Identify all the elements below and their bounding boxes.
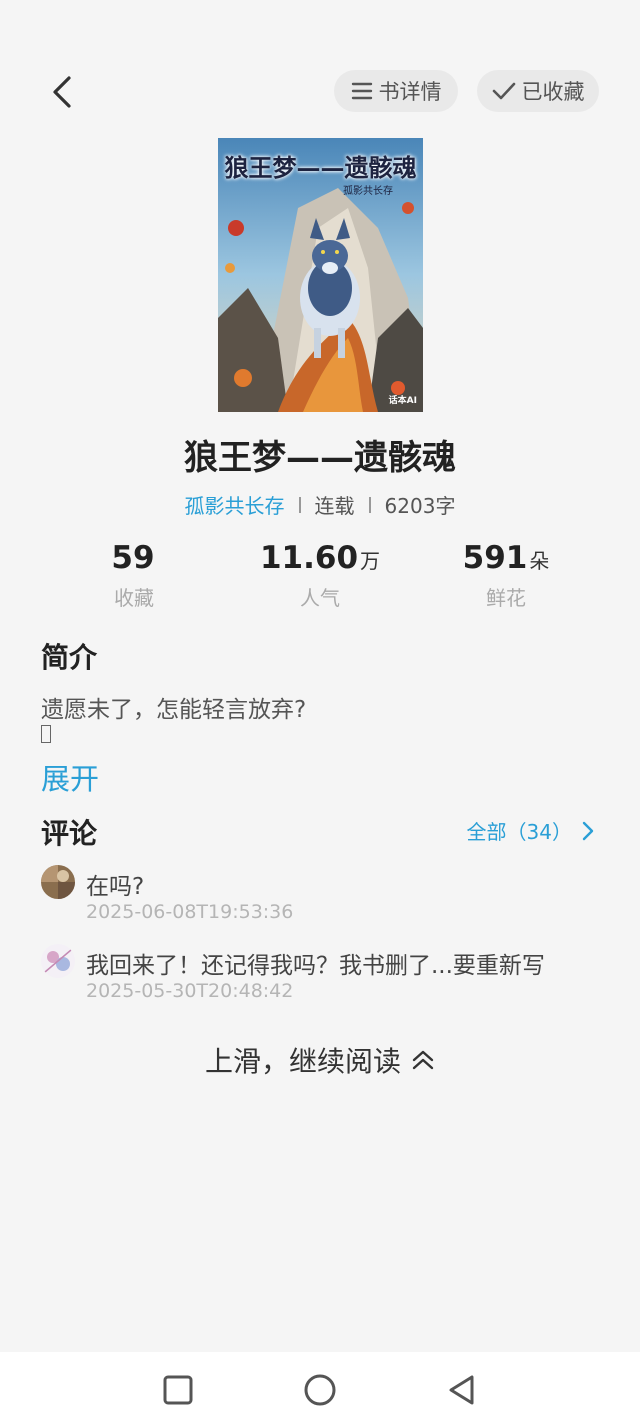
swipe-up-hint[interactable]: 上滑，继续阅读 [0, 1040, 640, 1080]
system-back-button[interactable] [442, 1370, 482, 1410]
avatar[interactable] [41, 865, 75, 899]
book-status: 连载 [314, 494, 355, 518]
cover-author: 孤影共长存 [343, 186, 393, 197]
square-icon [163, 1375, 193, 1405]
stat-popularity: 11.60 万 人气 [230, 540, 410, 611]
comment-time: 2025-06-08T19:53:36 [86, 901, 294, 923]
triangle-back-icon [449, 1375, 474, 1405]
stat-unit: 万 [360, 549, 381, 573]
missing-glyph-box [41, 725, 51, 743]
chevron-right-icon [582, 821, 594, 840]
comment-text: 我回来了！还记得我吗？我书删了...要重新写 [86, 953, 545, 979]
comment-text: 在吗? [86, 874, 145, 900]
stat-label: 收藏 [114, 586, 154, 610]
word-count: 6203字 [384, 494, 456, 518]
book-meta: 孤影共长存 连载 6203字 [0, 490, 640, 519]
swipe-up-label: 上滑，继续阅读 [204, 1045, 401, 1078]
cover-publisher-mark: 话本AI [388, 396, 417, 406]
recent-apps-button[interactable] [158, 1370, 198, 1410]
stat-value: 59 [111, 540, 155, 576]
menu-lines-icon [351, 82, 372, 100]
comments-heading: 评论 [41, 817, 98, 850]
double-chevron-up-icon [412, 1050, 434, 1070]
expand-intro-link[interactable]: 展开 [41, 756, 99, 798]
stat-value: 591 [462, 540, 528, 576]
chevron-left-icon [53, 76, 71, 108]
comment-time: 2025-05-30T20:48:42 [86, 980, 294, 1002]
meta-divider [298, 496, 301, 513]
stat-favorites: 59 收藏 [44, 540, 224, 611]
circle-icon [304, 1374, 336, 1406]
cover-title: 狼王梦——遗骸魂 [224, 153, 417, 182]
stat-value: 11.60 [259, 540, 359, 576]
system-navigation-bar [0, 1352, 640, 1427]
book-details-label: 书详情 [378, 80, 442, 104]
intro-text: 遗愿未了，怎能轻言放弃? [41, 697, 307, 723]
checkmark-icon [492, 82, 515, 100]
stat-label: 鲜花 [486, 586, 526, 610]
book-cover[interactable]: 狼王梦——遗骸魂 孤影共长存 话本AI [218, 138, 423, 412]
book-details-button[interactable]: 书详情 [334, 70, 458, 112]
intro-heading: 简介 [41, 641, 98, 674]
avatar[interactable] [41, 944, 75, 978]
back-button[interactable] [40, 70, 84, 114]
favorited-label: 已收藏 [521, 80, 585, 104]
book-title: 狼王梦——遗骸魂 [184, 438, 456, 478]
meta-divider [368, 496, 371, 513]
all-comments-link[interactable]: 全部（34） [467, 816, 594, 845]
stat-label: 人气 [300, 586, 340, 610]
all-comments-label: 全部（34） [466, 820, 572, 844]
favorited-button[interactable]: 已收藏 [477, 70, 599, 112]
author-link[interactable]: 孤影共长存 [185, 490, 285, 519]
stat-flowers: 591 朵 鲜花 [416, 540, 596, 611]
home-button[interactable] [300, 1370, 340, 1410]
stat-unit: 朵 [529, 549, 550, 573]
